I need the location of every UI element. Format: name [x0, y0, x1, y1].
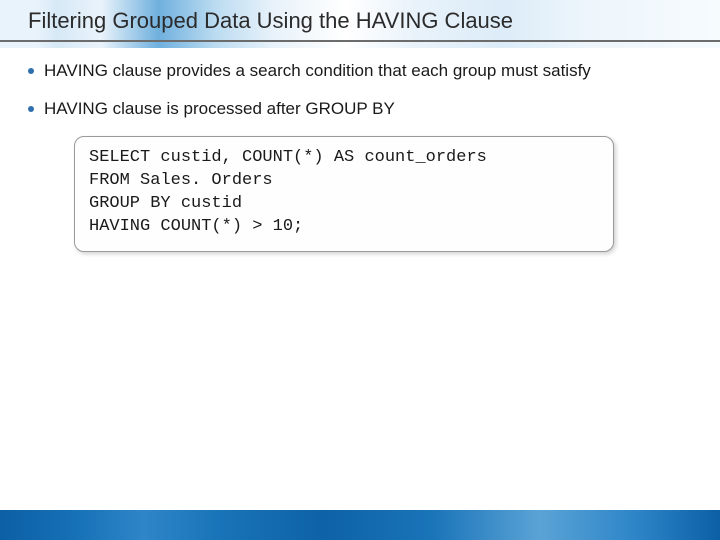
bullet-item: HAVING clause is processed after GROUP B… [28, 98, 690, 120]
slide-title: Filtering Grouped Data Using the HAVING … [28, 8, 700, 34]
title-underline [0, 40, 720, 42]
bullet-text: HAVING clause is processed after GROUP B… [44, 99, 395, 118]
bullet-text: HAVING clause provides a search conditio… [44, 61, 591, 80]
footer-band [0, 510, 720, 540]
bullet-item: HAVING clause provides a search conditio… [28, 60, 690, 82]
slide-content: HAVING clause provides a search conditio… [28, 60, 690, 252]
code-block: SELECT custid, COUNT(*) AS count_orders … [74, 136, 614, 252]
